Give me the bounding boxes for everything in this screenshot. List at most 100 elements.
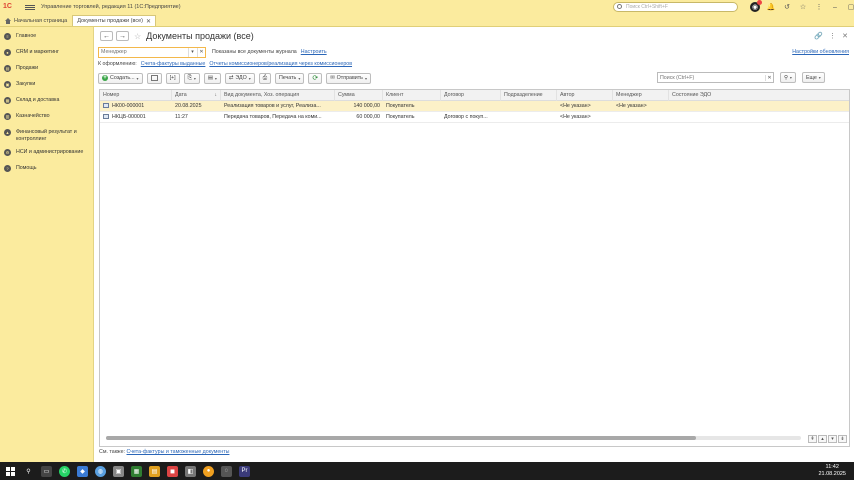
column-date[interactable]: Дата ↓ [172, 90, 221, 101]
more-button[interactable]: Еще ▾ [802, 72, 825, 83]
column-doc-type[interactable]: Вид документа, Хоз. операция [221, 90, 335, 101]
app-icon[interactable]: ▦ [131, 465, 142, 477]
manager-filter-input[interactable] [99, 47, 185, 57]
scrollbar-thumb[interactable] [106, 436, 696, 440]
history-icon[interactable]: ↺ [782, 2, 792, 12]
menu-lines-icon: ≡ [4, 33, 11, 40]
print-quick-button[interactable]: ⎙ [258, 72, 271, 84]
clear-icon[interactable]: ✕ [765, 74, 773, 81]
sidebar-item-treasury[interactable]: ▥ Казначейство [0, 113, 93, 123]
finance-icon: ▲ [4, 129, 11, 136]
edo-icon: ⇄ [228, 75, 234, 81]
app-icon[interactable]: ▣ [113, 465, 124, 477]
printer-icon: ⎙ [262, 74, 267, 81]
sidebar-item-crm[interactable]: ● CRM и маркетинг [0, 49, 93, 59]
manager-filter-field[interactable]: ▾ ✕ [98, 46, 206, 58]
main-menu-icon[interactable] [25, 4, 35, 10]
more-button-label: Еще [806, 74, 817, 81]
sidebar-item-main[interactable]: ≡ Главное [0, 33, 93, 43]
app-icon[interactable]: ◌ [221, 465, 232, 477]
link-icon[interactable]: 🔗 [814, 32, 823, 40]
shown-documents-text: Показаны все документы журнала [212, 49, 297, 55]
horizontal-scrollbar[interactable] [106, 436, 801, 440]
setup-link[interactable]: Настроить [301, 49, 327, 55]
update-settings-link[interactable]: Настройки обновления [792, 49, 849, 55]
window-close-icon[interactable]: ✕ [842, 32, 848, 40]
print-button[interactable]: Печать ▾ [274, 72, 305, 84]
user-avatar-icon[interactable]: ◉ [750, 0, 762, 12]
menu-dots-icon[interactable]: ⋮ [814, 2, 824, 12]
app-icon[interactable]: ◧ [185, 465, 196, 477]
clock-date: 21.08.2025 [818, 471, 846, 477]
app-icon[interactable]: ▤ [149, 465, 160, 477]
table-row[interactable]: НКЦБ-000001 11:27 Передача товаров, Пере… [100, 112, 849, 123]
invoices-issued-link[interactable]: Счета-фактуры выданные [141, 61, 206, 67]
scroll-bottom-button[interactable]: ⇟ [838, 435, 847, 443]
attach-button[interactable]: ▤ ▾ [203, 72, 221, 84]
column-contract[interactable]: Договор [441, 90, 501, 101]
title-bar: 1С Управление торговлей, редакция 11 (1С… [0, 0, 854, 14]
column-manager[interactable]: Менеджер [613, 90, 669, 101]
tab-close-icon[interactable]: ✕ [146, 18, 151, 25]
column-number[interactable]: Номер [100, 90, 172, 101]
sidebar-item-purchases[interactable]: ▣ Закупки [0, 81, 93, 91]
globe-icon[interactable]: ◍ [95, 465, 106, 477]
sidebar-item-admin[interactable]: ⚙ НСИ и администрирование [0, 149, 93, 159]
notifications-bell-icon[interactable]: 🔔 [766, 2, 776, 12]
search-icon[interactable]: ⚲ [23, 466, 34, 477]
task-view-icon[interactable]: ▭ [41, 465, 52, 477]
sidebar-item-warehouse[interactable]: ▦ Склад и доставка [0, 97, 93, 107]
select-button[interactable]: [+] [165, 72, 180, 84]
create-button[interactable]: + Создать... ▾ [98, 72, 143, 84]
edo-button[interactable]: ⇄ ЭДО ▾ [224, 72, 255, 84]
scroll-top-button[interactable]: ⇞ [808, 435, 817, 443]
column-author[interactable]: Автор [557, 90, 613, 101]
premiere-icon[interactable]: Pr [239, 465, 250, 477]
maximize-icon[interactable]: ▢ [846, 2, 854, 12]
scroll-down-button[interactable]: ▾ [828, 435, 837, 443]
whatsapp-icon[interactable]: ✆ [59, 465, 70, 477]
app-icon[interactable]: ◼ [167, 465, 178, 477]
search-button[interactable]: ⚲ ▾ [780, 72, 796, 83]
refresh-button[interactable]: ⟳ [308, 72, 323, 84]
main-content: ← → ☆ Документы продажи (все) 🔗 ⋮ ✕ ▾ ✕ … [95, 27, 854, 462]
sidebar-item-label: Склад и доставка [16, 97, 60, 103]
favorite-star-icon[interactable]: ☆ [134, 32, 141, 41]
global-search-input[interactable]: Поиск Ctrl+Shift+F [613, 2, 738, 12]
column-sum[interactable]: Сумма [335, 90, 383, 101]
clear-icon[interactable]: ✕ [197, 47, 205, 57]
list-search-input[interactable] [658, 73, 763, 82]
column-edo-status[interactable]: Состояние ЭДО [669, 90, 849, 101]
see-also-label: См. также: [99, 449, 126, 455]
forward-button[interactable]: → [116, 31, 129, 41]
edo-button-label: ЭДО [235, 75, 247, 81]
tab-home[interactable]: Начальная страница [0, 15, 72, 26]
commissioner-reports-link[interactable]: Отчеты комиссионеров/реализация через ко… [209, 61, 352, 67]
column-client[interactable]: Клиент [383, 90, 441, 101]
post-button[interactable] [146, 72, 162, 84]
column-division[interactable]: Подразделение [501, 90, 557, 101]
favorites-star-icon[interactable]: ☆ [798, 2, 808, 12]
page-title: Документы продажи (все) [146, 31, 254, 41]
sidebar-item-finance[interactable]: ▲ Финансовый результат и контроллинг [0, 129, 93, 143]
1c-app-icon[interactable]: ● [203, 465, 214, 477]
warehouse-icon: ▦ [4, 97, 11, 104]
back-button[interactable]: ← [100, 31, 113, 41]
chevron-down-icon[interactable]: ▾ [188, 47, 196, 57]
sidebar-item-sales[interactable]: ▤ Продажи [0, 65, 93, 75]
scroll-up-button[interactable]: ▴ [818, 435, 827, 443]
windows-start-icon[interactable] [6, 466, 16, 476]
table-row[interactable]: НК00-000001 20.08.2025 Реализация товаро… [100, 101, 849, 112]
cell-author: <Не указан> [560, 103, 591, 109]
system-clock[interactable]: 11:42 21.08.2025 [818, 464, 846, 478]
tab-sales-documents[interactable]: Документы продажи (все) ✕ [72, 15, 156, 26]
app-icon[interactable]: ◆ [77, 465, 88, 477]
send-button[interactable]: ✉ Отправить ▾ [326, 72, 371, 84]
sidebar-item-help[interactable]: ? Помощь [0, 165, 93, 175]
list-search-field[interactable]: ✕ [657, 72, 774, 83]
minimize-icon[interactable]: – [830, 2, 840, 12]
more-options-icon[interactable]: ⋮ [829, 32, 836, 40]
cell-division [501, 101, 557, 112]
related-docs-button[interactable]: ⎘ ▾ [183, 72, 200, 84]
see-also-link[interactable]: Счета-фактуры и таможенные документы [127, 449, 230, 455]
